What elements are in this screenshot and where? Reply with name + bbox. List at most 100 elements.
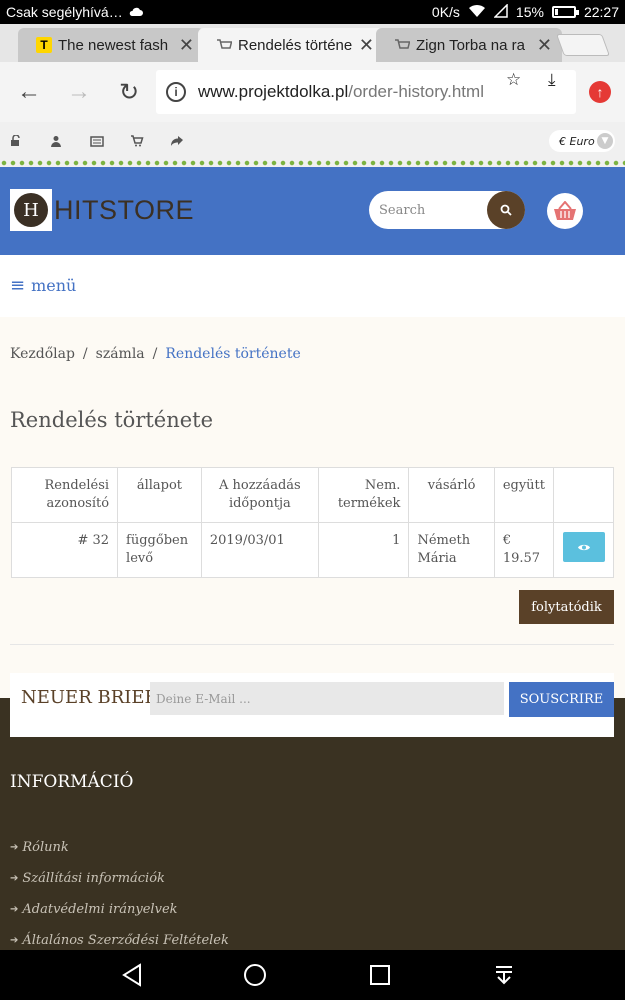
signal-icon <box>493 2 508 21</box>
android-nav-bar <box>0 950 625 1000</box>
back-icon[interactable]: ← <box>4 78 54 106</box>
breadcrumb-account[interactable]: számla <box>96 346 145 362</box>
col-header-quantity: Nem. termékek <box>317 467 410 523</box>
newsletter-label: NEUER BRIEF <box>21 687 157 708</box>
search-button[interactable] <box>487 191 525 229</box>
newsletter-email-input[interactable] <box>150 682 504 715</box>
close-icon[interactable]: ✕ <box>537 35 552 56</box>
logo-mark-letter: H <box>14 193 48 227</box>
site-header: H HITSTORE <box>0 167 625 255</box>
decorative-dots-border <box>0 159 625 167</box>
order-total-cell: € 19.57 <box>493 522 555 578</box>
cart-icon[interactable] <box>130 134 170 150</box>
reload-icon[interactable]: ↻ <box>104 78 154 107</box>
status-bar: Csak segélyhívá… 0K/s 15% 22:27 <box>0 0 625 24</box>
site-logo[interactable]: H HITSTORE <box>10 189 194 231</box>
tab-zign-torba[interactable]: Zign Torba na ra ✕ <box>376 28 562 62</box>
tab-newest-fash[interactable]: T The newest fash ✕ <box>18 28 204 62</box>
search-input[interactable] <box>369 191 479 229</box>
table-row: # 32 függőben levő 2019/03/01 1 Németh Már… <box>10 522 614 578</box>
breadcrumb-home[interactable]: Kezdőlap <box>10 346 75 362</box>
order-action-cell <box>553 522 614 578</box>
order-customer-cell: Németh Mária <box>408 522 495 578</box>
battery-icon <box>551 6 579 18</box>
wifi-icon <box>468 4 486 21</box>
tab-strip: T The newest fash ✕ Rendelés történe ✕ Z… <box>0 24 625 62</box>
menu-label: menü <box>31 276 77 295</box>
currency-select[interactable]: € Euro ▼ <box>549 130 615 152</box>
footer-link-shipping[interactable]: ➔ Szállítási információk <box>10 863 229 894</box>
cloud-icon <box>129 4 143 20</box>
user-icon[interactable] <box>50 135 90 150</box>
col-header-action <box>553 467 614 523</box>
update-icon[interactable]: ↑ <box>589 81 611 103</box>
order-history-table: Rendelési azonosító állapot A hozzáadás id… <box>10 467 614 578</box>
carrier-text: Csak segélyhívá… <box>6 4 123 20</box>
close-icon[interactable]: ✕ <box>179 35 194 56</box>
tab-title: Rendelés történe <box>238 36 353 54</box>
cart-icon <box>216 37 232 53</box>
breadcrumb-separator: / <box>152 346 158 362</box>
col-header-total: együtt <box>493 467 555 523</box>
order-id-cell: # 32 <box>10 522 119 578</box>
basket-icon <box>554 201 576 220</box>
col-header-status: állapot <box>117 467 202 523</box>
tab-title: The newest fash <box>58 36 169 54</box>
list-icon[interactable] <box>90 135 130 150</box>
home-nav-icon[interactable] <box>243 963 267 991</box>
eye-icon <box>577 544 590 550</box>
battery-percent: 15% <box>515 4 544 20</box>
forward-icon[interactable]: → <box>54 78 104 106</box>
info-icon[interactable]: i <box>166 82 186 102</box>
continue-button[interactable]: folytatódik <box>519 590 614 624</box>
network-speed: 0K/s <box>431 4 460 20</box>
page-title: Rendelés története <box>10 408 214 432</box>
menu-bar: ≡ menü <box>0 255 625 317</box>
star-icon[interactable]: ☆ <box>506 70 521 90</box>
recents-nav-icon[interactable] <box>368 963 392 991</box>
clock: 22:27 <box>583 4 619 20</box>
download-icon[interactable]: ⤓ <box>548 70 556 90</box>
tab-title: Zign Torba na ra <box>416 36 525 54</box>
footer-link-about[interactable]: ➔ Rólunk <box>10 832 229 863</box>
url-domain: www.projektdolka.pl <box>198 82 349 101</box>
table-header-row: Rendelési azonosító állapot A hozzáadás id… <box>10 467 614 523</box>
close-icon[interactable]: ✕ <box>359 35 374 56</box>
order-status-cell: függőben levő <box>117 522 202 578</box>
hamburger-icon: ≡ <box>10 275 26 296</box>
address-bar: ← → ↻ i www.projektdolka.pl/order-histor… <box>0 62 625 122</box>
arrow-right-icon: ➔ <box>10 842 19 853</box>
share-icon[interactable] <box>170 135 210 150</box>
newsletter-box: NEUER BRIEF SOUSCRIRE <box>10 673 614 737</box>
breadcrumb-current: Rendelés története <box>165 346 301 362</box>
arrow-right-icon: ➔ <box>10 935 19 946</box>
site-utility-row: € Euro ▼ <box>0 122 625 162</box>
cart-button[interactable] <box>547 193 583 229</box>
col-header-date: A hozzáadás időpontja <box>200 467 319 523</box>
subscribe-button[interactable]: SOUSCRIRE <box>509 682 614 717</box>
search-icon <box>500 204 512 216</box>
logo-mark: H <box>10 189 52 231</box>
chevron-down-icon: ▼ <box>597 133 613 149</box>
tab-favicon: T <box>36 37 52 53</box>
logo-text: HITSTORE <box>54 194 195 225</box>
order-quantity-cell: 1 <box>317 522 410 578</box>
col-header-order-id: Rendelési azonosító <box>10 467 119 523</box>
back-nav-icon[interactable] <box>120 963 144 991</box>
notification-pulldown-icon[interactable] <box>492 963 516 991</box>
divider <box>10 644 614 645</box>
breadcrumb: Kezdőlap / számla / Rendelés története <box>10 346 301 362</box>
lock-icon[interactable] <box>10 133 50 150</box>
tab-order-history[interactable]: Rendelés történe ✕ <box>198 28 384 62</box>
new-tab-button[interactable] <box>555 34 611 56</box>
menu-button[interactable]: ≡ menü <box>10 275 76 296</box>
cart-icon <box>394 37 410 53</box>
arrow-right-icon: ➔ <box>10 873 19 884</box>
view-order-button[interactable] <box>562 532 605 562</box>
currency-value: € Euro <box>559 134 595 148</box>
footer-link-privacy[interactable]: ➔ Adatvédelmi irányelvek <box>10 894 229 925</box>
col-header-customer: vásárló <box>408 467 495 523</box>
breadcrumb-separator: / <box>82 346 88 362</box>
footer-title: INFORMÁCIÓ <box>10 772 134 792</box>
order-date-cell: 2019/03/01 <box>200 522 319 578</box>
